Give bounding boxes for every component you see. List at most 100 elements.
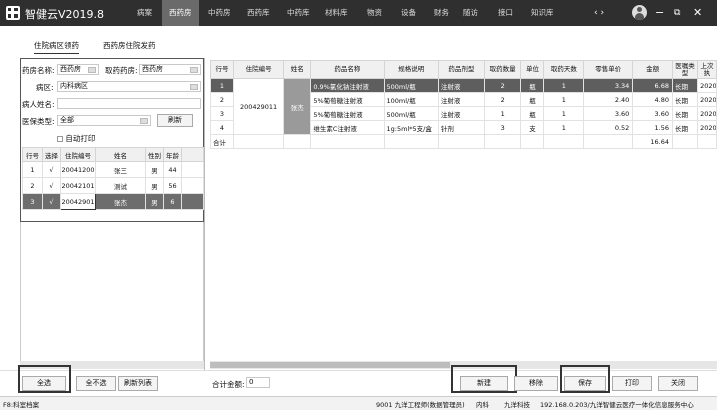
patient-col-header[interactable]: 姓名 — [95, 147, 146, 162]
drug-col-header[interactable]: 药品名称 — [310, 60, 385, 79]
delete-button[interactable]: 移除 — [514, 376, 558, 391]
drug-cell-form[interactable]: 针剂 — [437, 120, 485, 135]
drug-cell-last[interactable]: 2020- — [697, 106, 717, 121]
drug-cell-unit[interactable]: 瓶 — [520, 106, 545, 121]
menu-item-11[interactable]: 知识库 — [524, 0, 561, 26]
tab-ward-dispense[interactable]: 住院病区领药 — [34, 40, 79, 54]
scroll-thumb[interactable] — [210, 362, 450, 368]
patient-cell-sex[interactable]: 男 — [145, 161, 164, 178]
patient-col-header[interactable]: 性别 — [145, 147, 164, 162]
drug-cell-spec[interactable]: 1g:5ml*5支/盒 — [383, 120, 439, 135]
drug-col-header[interactable]: 行号 — [210, 60, 234, 79]
patient-cell-age[interactable]: 6 — [163, 193, 182, 210]
drug-cell-form[interactable]: 注射液 — [437, 78, 485, 93]
drug-col-header[interactable]: 医嘱类型 — [672, 60, 699, 79]
drug-cell-drug[interactable]: 维生素C注射液 — [310, 120, 385, 135]
drug-col-header[interactable]: 规格说明 — [383, 60, 439, 79]
patient-cell-no[interactable]: 2 — [22, 177, 43, 194]
restore-icon[interactable]: ⧉ — [674, 0, 680, 26]
ward-select[interactable]: 内科病区 — [57, 81, 201, 92]
patient-cell-sex[interactable]: 男 — [145, 193, 164, 210]
drug-cell-unit[interactable]: 瓶 — [520, 78, 545, 93]
drug-cell-last[interactable]: 2020- — [697, 120, 717, 135]
drug-cell-type[interactable]: 长期 — [672, 120, 699, 135]
drug-cell-days[interactable]: 1 — [543, 120, 585, 135]
minimize-icon[interactable]: − — [655, 0, 664, 26]
drug-cell-spec[interactable]: 100ml/瓶 — [383, 92, 439, 107]
drug-cell-days[interactable]: 1 — [543, 92, 585, 107]
drug-cell-type[interactable]: 长期 — [672, 92, 699, 107]
patient-cell-name[interactable]: 测试 — [95, 177, 146, 194]
drug-cell-name[interactable]: 张杰 — [283, 78, 312, 135]
patient-cell-id[interactable]: 20042101 — [60, 177, 96, 194]
drug-col-header[interactable]: 姓名 — [283, 60, 312, 79]
drug-col-header[interactable]: 金额 — [632, 60, 674, 79]
patient-row[interactable]: 1 √ 20041200 张三男 44 — [22, 161, 204, 178]
patient-cell-id[interactable]: 20042901 — [60, 193, 96, 210]
drug-cell-price[interactable]: 0.52 — [583, 120, 634, 135]
drug-cell-last[interactable]: 2020- — [697, 78, 717, 93]
menu-item-9[interactable]: 随访 — [456, 0, 485, 26]
close-button[interactable]: 关闭 — [658, 376, 698, 391]
drug-cell-spec[interactable]: 500ml/瓶 — [383, 78, 439, 93]
refresh-list-button[interactable]: 刷新列表 — [118, 376, 158, 391]
auto-print-checkbox[interactable]: 自动打印 — [57, 133, 95, 144]
drug-cell-form[interactable]: 注射液 — [437, 106, 485, 121]
drug-cell-qty[interactable]: 1 — [483, 106, 522, 121]
drug-cell-form[interactable]: 注射液 — [437, 92, 485, 107]
patient-cell-sel[interactable]: √ — [42, 193, 61, 210]
patient-cell-age[interactable]: 56 — [163, 177, 182, 194]
menu-item-6[interactable]: 物资 — [360, 0, 389, 26]
new-button[interactable]: 新建 — [460, 376, 508, 391]
drug-col-header[interactable]: 取药天数 — [543, 60, 585, 79]
tab-inpatient-dispense[interactable]: 西药房住院发药 — [103, 40, 156, 51]
drug-cell-amount[interactable]: 1.56 — [632, 120, 674, 135]
deselect-all-button[interactable]: 全不选 — [76, 376, 116, 391]
drug-cell-no[interactable]: 3 — [210, 106, 234, 121]
insurance-select[interactable]: 全部 — [57, 115, 151, 126]
drug-cell-price[interactable]: 3.34 — [583, 78, 634, 93]
drug-cell-qty[interactable]: 2 — [483, 78, 522, 93]
patient-col-header[interactable]: 选择 — [42, 147, 61, 162]
patient-row[interactable]: 2 √ 20042101 测试男 56 — [22, 177, 204, 194]
drug-cell-amount[interactable]: 3.60 — [632, 106, 674, 121]
patient-cell-no[interactable]: 1 — [22, 161, 43, 178]
checkbox-icon[interactable] — [57, 136, 63, 142]
select-all-button[interactable]: 全选 — [22, 376, 66, 391]
nav-arrows-icon[interactable]: ‹ › — [594, 0, 604, 26]
menu-item-0[interactable]: 病案 — [130, 0, 159, 26]
menu-item-2[interactable]: 中药房 — [201, 0, 238, 26]
close-icon[interactable]: ✕ — [693, 0, 702, 26]
drug-col-header[interactable]: 单位 — [520, 60, 545, 79]
patient-cell-sex[interactable]: 男 — [145, 177, 164, 194]
drug-cell-spec[interactable]: 500ml/瓶 — [383, 106, 439, 121]
pharmacy-select[interactable]: 西药房 — [57, 64, 99, 75]
drug-cell-drug[interactable]: 5%葡萄糖注射液 — [310, 92, 385, 107]
drug-cell-days[interactable]: 1 — [543, 78, 585, 93]
patient-cell-sel[interactable]: √ — [42, 177, 61, 194]
drug-cell-type[interactable]: 长期 — [672, 78, 699, 93]
menu-item-7[interactable]: 设备 — [394, 0, 423, 26]
drug-cell-type[interactable]: 长期 — [672, 106, 699, 121]
patient-col-header[interactable]: 住院编号 — [60, 147, 96, 162]
drug-cell-no[interactable]: 2 — [210, 92, 234, 107]
drug-cell-no[interactable]: 4 — [210, 120, 234, 135]
patient-name-input[interactable] — [57, 98, 201, 109]
drug-col-header[interactable]: 取药数量 — [483, 60, 522, 79]
patient-row[interactable]: 3 √ 20042901 张杰男 6 — [22, 193, 204, 210]
drug-col-header[interactable]: 住院编号 — [232, 60, 285, 79]
patient-cell-no[interactable]: 3 — [22, 193, 43, 210]
drug-cell-price[interactable]: 3.60 — [583, 106, 634, 121]
patient-cell-id[interactable]: 20041200 — [60, 161, 96, 178]
drug-cell-amount[interactable]: 4.80 — [632, 92, 674, 107]
patient-cell-age[interactable]: 44 — [163, 161, 182, 178]
panel-divider[interactable] — [204, 58, 205, 400]
drug-cell-amount[interactable]: 6.68 — [632, 78, 674, 93]
drug-cell-qty[interactable]: 3 — [483, 120, 522, 135]
drug-cell-unit[interactable]: 瓶 — [520, 92, 545, 107]
refresh-button[interactable]: 刷新 — [157, 114, 193, 127]
menu-item-5[interactable]: 材料库 — [318, 0, 355, 26]
drug-cell-drug[interactable]: 0.9%氯化钠注射液 — [310, 78, 385, 93]
menu-item-3[interactable]: 西药库 — [240, 0, 277, 26]
drug-col-header[interactable]: 零售单价 — [583, 60, 634, 79]
